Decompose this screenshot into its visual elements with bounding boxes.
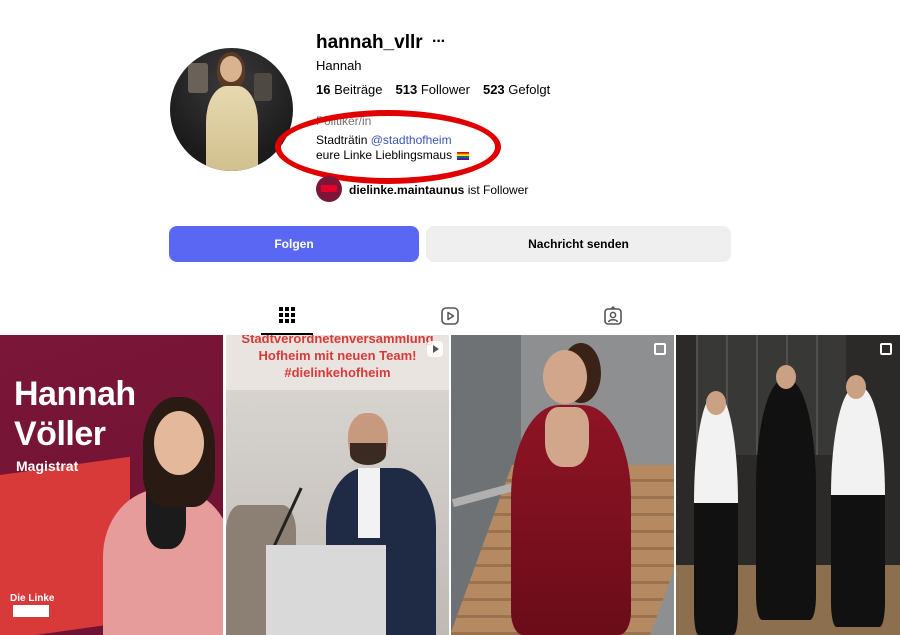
speaker-beard (350, 443, 386, 465)
posts-grid: Hannah Völler Magistrat Die Linke Stadtv… (0, 335, 900, 635)
more-options-icon[interactable]: ··· (432, 33, 446, 51)
post-text-role: Magistrat (16, 458, 79, 474)
party-logo-box (13, 605, 49, 617)
dancer (831, 387, 885, 627)
posts-count: 16 (316, 82, 331, 97)
post-text-name-last: Völler (14, 415, 106, 453)
person-face (154, 411, 204, 475)
follower-avatar[interactable] (316, 176, 342, 202)
dancer-head (776, 365, 796, 389)
person-face (543, 350, 587, 404)
dancer (694, 395, 738, 635)
reels-icon (441, 307, 459, 325)
following-label: Gefolgt (508, 82, 551, 97)
carousel-badge-icon (880, 343, 892, 355)
followed-by-text: dielinke.maintaunus ist Follower (349, 183, 528, 197)
profile-stats: 16 Beiträge 513 Follower 523 Gefolgt (316, 82, 550, 97)
posts-stat: 16 Beiträge (316, 82, 383, 97)
tagged-icon (604, 306, 622, 325)
followed-by-account[interactable]: dielinke.maintaunus (349, 183, 464, 197)
tab-reels[interactable] (424, 300, 476, 335)
speaker-shirt (358, 468, 380, 538)
followers-count: 513 (395, 82, 418, 97)
avatar-person-dress (206, 86, 258, 171)
post-tile[interactable] (676, 335, 900, 635)
person-back (545, 407, 589, 467)
profile-username: hannah_vllr (316, 32, 423, 53)
avatar-background-light (188, 63, 208, 93)
post-tile[interactable] (451, 335, 674, 635)
reel-badge-icon (427, 341, 443, 357)
avatar-person-head (220, 56, 242, 82)
party-logo-text: Die Linke (10, 593, 55, 604)
dancer-head (706, 391, 726, 415)
post-headline-line: Hofheim mit neuen Team! (258, 348, 417, 363)
followers-stat[interactable]: 513 Follower (396, 82, 470, 97)
followers-label: Follower (420, 82, 470, 97)
followed-by-suffix: ist Follower (464, 183, 529, 197)
following-stat[interactable]: 523 Gefolgt (483, 82, 550, 97)
profile-avatar[interactable] (170, 48, 293, 171)
party-logo: Die Linke (10, 593, 55, 619)
follower-logo (321, 185, 337, 192)
post-tile[interactable]: Hannah Völler Magistrat Die Linke (0, 335, 223, 635)
post-headline-line: Stadtverordnetenversammlung (241, 335, 434, 346)
post-headline-line: #dielinkehofheim (284, 365, 391, 380)
post-text-name-first: Hannah (14, 375, 136, 413)
grid-icon (279, 307, 295, 323)
follow-button[interactable]: Folgen (169, 226, 419, 262)
dancer-head (846, 375, 866, 399)
carousel-badge-icon (654, 343, 666, 355)
profile-tabs (0, 300, 900, 335)
avatar-background-light (254, 73, 272, 101)
send-message-button[interactable]: Nachricht senden (426, 226, 731, 262)
tab-tagged[interactable] (587, 300, 639, 335)
annotation-circle (275, 110, 501, 184)
profile-full-name: Hannah (316, 58, 362, 73)
post-person (88, 397, 223, 635)
posts-label: Beiträge (334, 82, 383, 97)
dancer (756, 380, 816, 620)
tab-posts[interactable] (261, 300, 313, 335)
post-tile[interactable]: Stadtverordnetenversammlung Hofheim mit … (226, 335, 449, 635)
podium (266, 545, 386, 635)
following-count: 523 (482, 82, 505, 97)
